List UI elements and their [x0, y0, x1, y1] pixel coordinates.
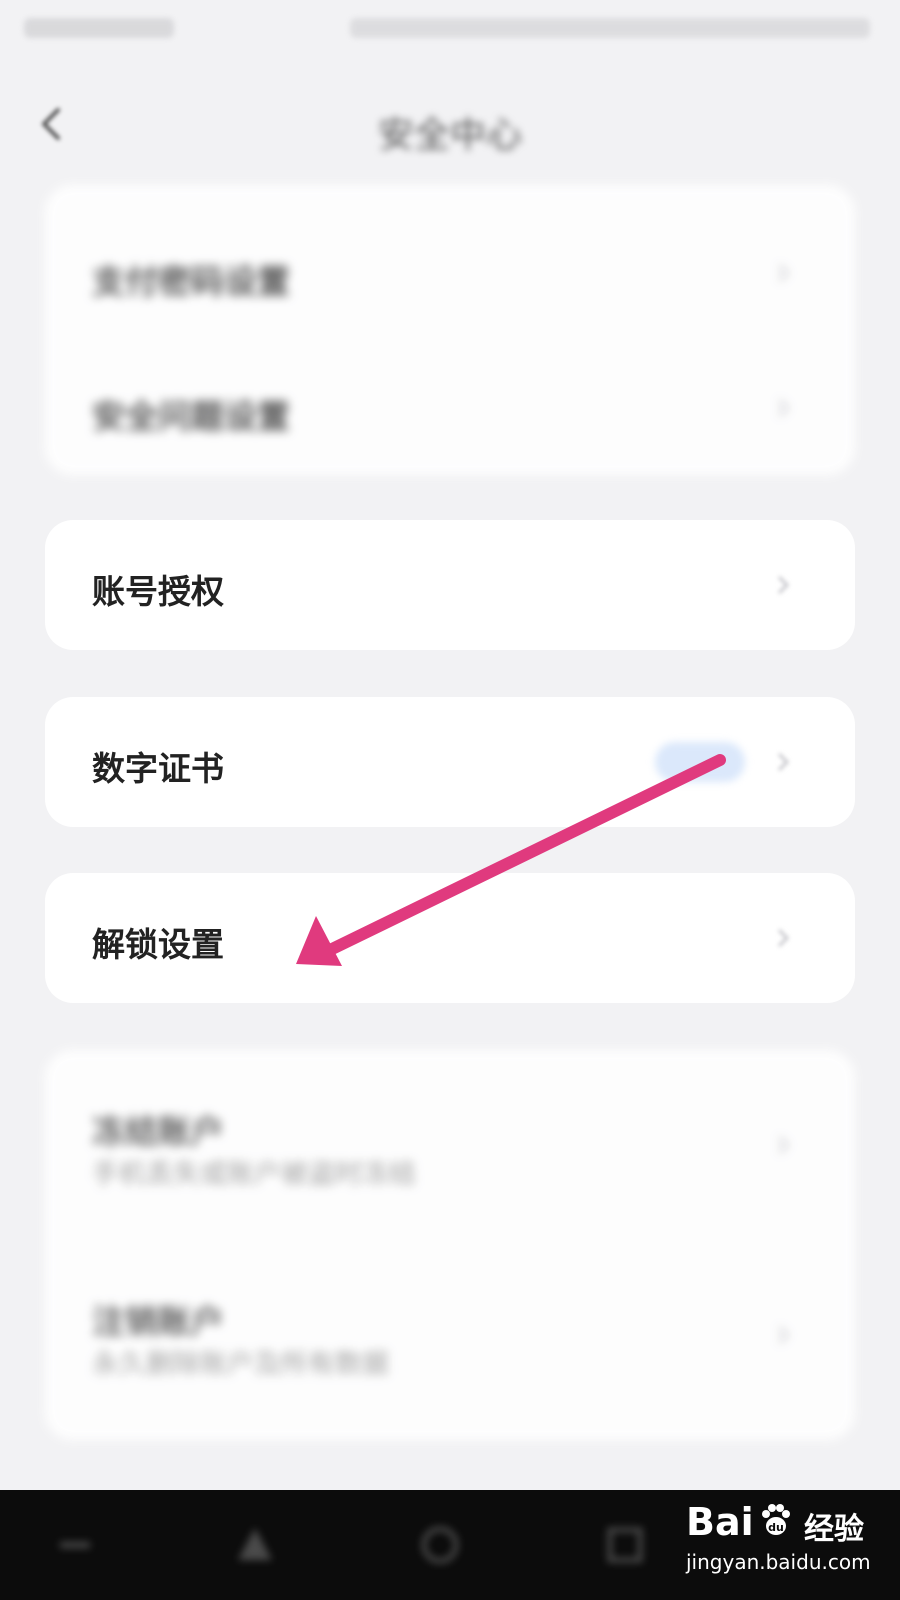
svg-text:du: du [768, 1521, 784, 1534]
freeze-account-label: 冻结账户 [92, 1112, 224, 1151]
unlock-settings-item[interactable]: 解锁设置 [45, 873, 855, 1003]
list-item-label: 安全问题设置 [92, 397, 290, 436]
carrier-info [24, 18, 174, 38]
status-badge [655, 742, 745, 782]
password-settings-card: 支付密码设置 安全问题设置 [45, 185, 855, 475]
account-authorization-label: 账号授权 [92, 572, 224, 611]
chevron-right-icon [771, 261, 795, 285]
home-icon[interactable] [230, 1520, 280, 1570]
unlock-settings-label: 解锁设置 [92, 925, 224, 964]
cancel-account-subtitle: 永久删除账户及所有数据 [92, 1349, 389, 1380]
watermark-url: jingyan.baidu.com [686, 1550, 871, 1574]
menu-icon[interactable] [50, 1520, 100, 1570]
cancel-account-label: 注销账户 [92, 1302, 224, 1341]
top-bar: 安全中心 [0, 80, 900, 170]
chevron-right-icon [771, 926, 795, 950]
freeze-account-item[interactable]: 冻结账户 手机丢失或账户被盗时冻结 [45, 1080, 855, 1230]
chevron-right-icon [771, 1323, 795, 1347]
digital-certificate-item[interactable]: 数字证书 [45, 697, 855, 827]
circle-home-icon[interactable] [415, 1520, 465, 1570]
chevron-right-icon [771, 573, 795, 597]
list-item[interactable]: 支付密码设置 [45, 205, 855, 340]
account-authorization-item[interactable]: 账号授权 [45, 520, 855, 650]
chevron-right-icon [771, 396, 795, 420]
cancel-account-item[interactable]: 注销账户 永久删除账户及所有数据 [45, 1270, 855, 1420]
digital-certificate-label: 数字证书 [92, 749, 224, 788]
watermark-brand-cn: 经验 [804, 1512, 864, 1547]
recent-apps-icon[interactable] [600, 1520, 650, 1570]
chevron-right-icon [771, 750, 795, 774]
watermark-brand: Bai [686, 1500, 754, 1544]
list-item-label: 支付密码设置 [92, 262, 290, 301]
page-title: 安全中心 [377, 115, 522, 156]
chevron-right-icon [771, 1133, 795, 1157]
freeze-account-subtitle: 手机丢失或账户被盗时冻结 [92, 1159, 416, 1190]
paw-logo-icon: du [762, 1504, 790, 1535]
baidu-watermark: Bai du 经验 jingyan.baidu.com [686, 1500, 886, 1590]
status-icons [350, 18, 870, 38]
account-management-card: 冻结账户 手机丢失或账户被盗时冻结 注销账户 永久删除账户及所有数据 [45, 1050, 855, 1440]
list-item[interactable]: 安全问题设置 [45, 340, 855, 475]
status-bar [0, 0, 900, 60]
